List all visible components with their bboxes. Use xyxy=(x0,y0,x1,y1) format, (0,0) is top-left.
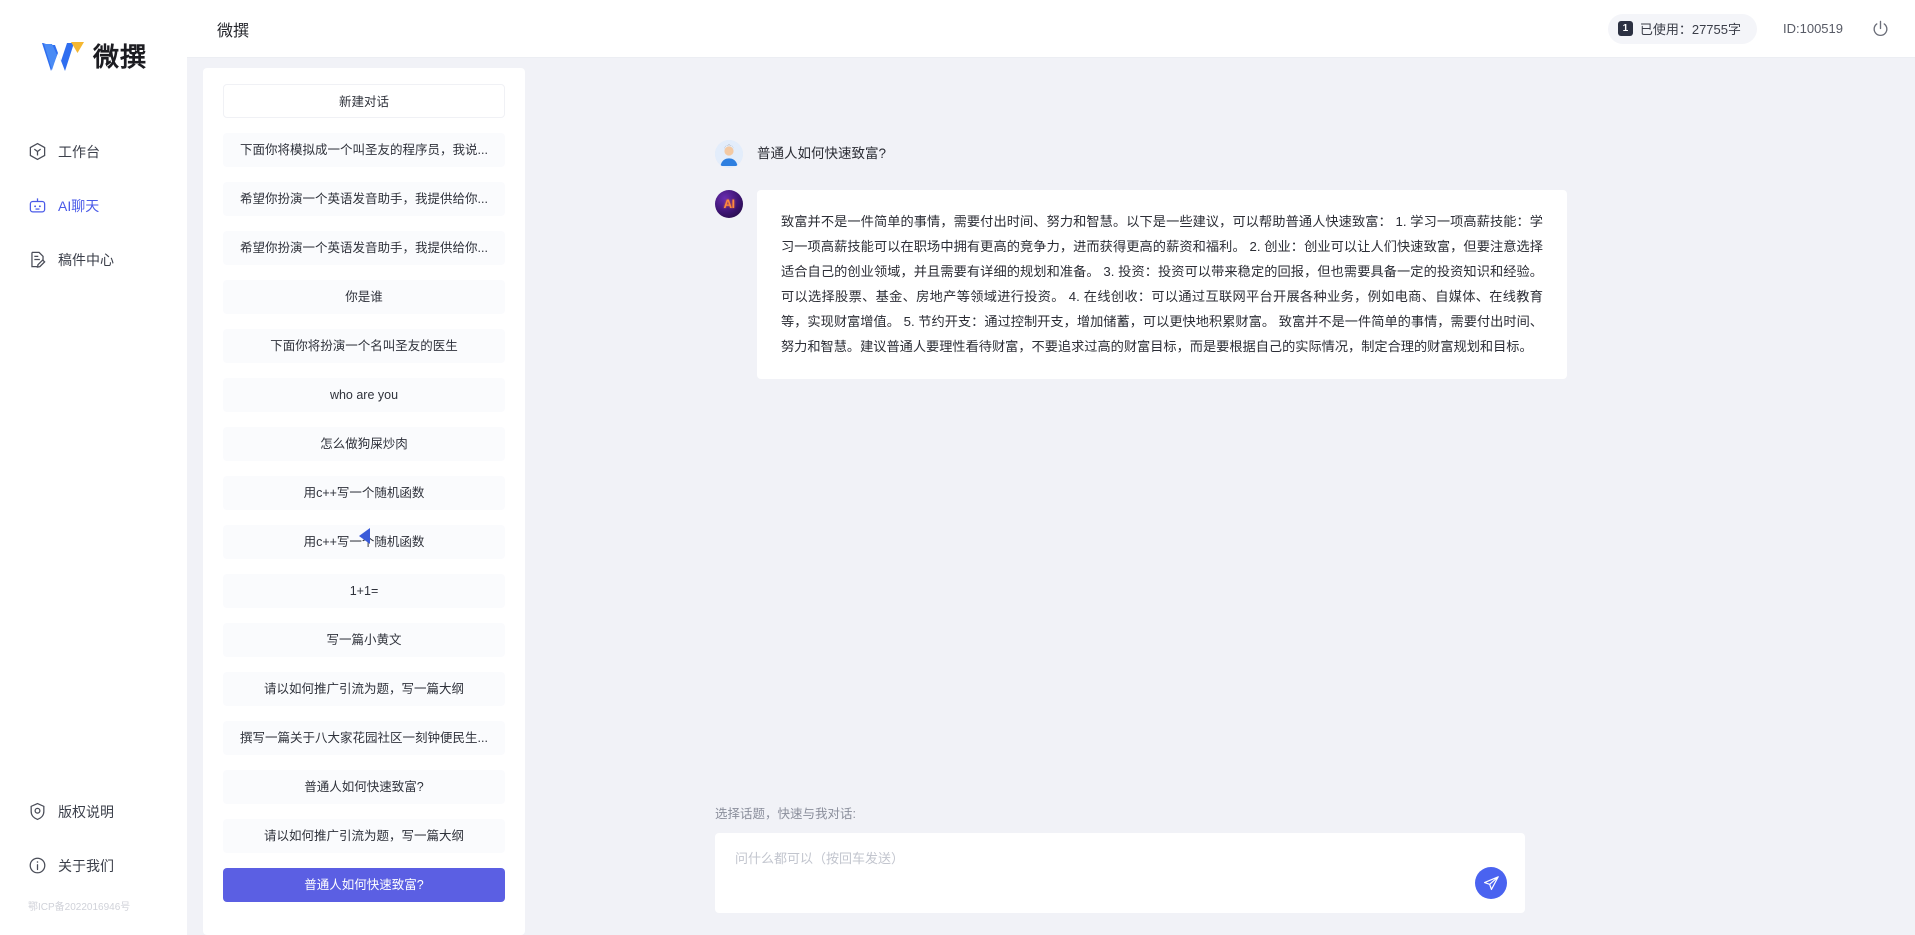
ai-chat-icon xyxy=(28,196,47,215)
conversation-item[interactable]: 撰写一篇关于八大家花园社区一刻钟便民生... xyxy=(223,721,505,755)
workbench-icon xyxy=(28,142,47,161)
conversation-item-selected[interactable]: 普通人如何快速致富? xyxy=(223,868,505,902)
ai-avatar-label: AI xyxy=(723,197,736,211)
brand-name: 微撰 xyxy=(92,42,147,72)
ai-avatar-icon: AI xyxy=(715,190,743,218)
topbar-right-group: 1 已使用：27755字 ID:100519 xyxy=(1607,13,1891,44)
chat-message-assistant: AI 致富并不是一件简单的事情，需要付出时间、努力和智慧。以下是一些建议，可以帮… xyxy=(715,190,1819,379)
composer-box xyxy=(715,833,1525,913)
info-icon xyxy=(28,856,47,875)
conversation-item[interactable]: 请以如何推广引流为题，写一篇大纲 xyxy=(223,819,505,853)
sidebar-item-workbench[interactable]: 工作台 xyxy=(0,130,187,173)
conversation-item[interactable]: 用c++写一个随机函数 xyxy=(223,476,505,510)
composer: 选择话题，快速与我对话: xyxy=(525,803,1915,935)
conversation-item[interactable]: 请以如何推广引流为题，写一篇大纲 xyxy=(223,672,505,706)
sidebar-nav: 工作台 AI聊天 稿件中心 xyxy=(0,130,187,292)
conversation-item[interactable]: 希望你扮演一个英语发音助手，我提供给你... xyxy=(223,231,505,265)
sidebar-item-about-us[interactable]: 关于我们 xyxy=(0,844,187,887)
brand-logo[interactable]: 微撰 xyxy=(0,0,187,108)
power-icon[interactable] xyxy=(1869,18,1891,40)
usage-label: 已使用：27755字 xyxy=(1639,22,1741,37)
document-center-icon xyxy=(28,250,47,269)
conversation-item[interactable]: 普通人如何快速致富? xyxy=(223,770,505,804)
w-logo-icon xyxy=(40,39,86,75)
message-input[interactable] xyxy=(715,833,1525,913)
app-root: 微撰 工作台 AI聊天 稿件中心 版权说明 关于我们 鄂ICP备20220169… xyxy=(0,0,1915,935)
collapse-left-icon[interactable] xyxy=(354,525,376,547)
sidebar-item-label: 版权说明 xyxy=(58,803,114,820)
shield-icon xyxy=(28,802,47,821)
sidebar-item-label: 工作台 xyxy=(58,143,100,160)
conversation-item[interactable]: 下面你将模拟成一个叫圣友的程序员，我说... xyxy=(223,133,505,167)
page-title: 微撰 xyxy=(217,22,250,40)
usage-pill[interactable]: 1 已使用：27755字 xyxy=(1607,13,1757,44)
conversation-item[interactable]: 下面你将扮演一个名叫圣友的医生 xyxy=(223,329,505,363)
sidebar-bottom-nav: 版权说明 关于我们 鄂ICP备2022016946号 xyxy=(0,790,187,935)
user-message-text: 普通人如何快速致富? xyxy=(757,146,887,161)
send-button[interactable] xyxy=(1475,867,1507,899)
content-body: 新建对话 下面你将模拟成一个叫圣友的程序员，我说... 希望你扮演一个英语发音助… xyxy=(187,58,1915,935)
usage-badge-icon: 1 xyxy=(1617,21,1633,36)
conversation-item[interactable]: who are you xyxy=(223,378,505,412)
sidebar-item-label: 稿件中心 xyxy=(58,251,114,268)
main-column: 微撰 1 已使用：27755字 ID:100519 新建对话 下面你将模拟成一个… xyxy=(187,0,1915,935)
conversation-item[interactable]: 1+1= xyxy=(223,574,505,608)
sidebar-item-document-center[interactable]: 稿件中心 xyxy=(0,238,187,281)
conversation-item[interactable]: 怎么做狗屎炒肉 xyxy=(223,427,505,461)
conversation-list-panel: 新建对话 下面你将模拟成一个叫圣友的程序员，我说... 希望你扮演一个英语发音助… xyxy=(203,68,525,935)
chat-area: 普通人如何快速致富? AI 致富并不是一件简单的事情，需要付出时间、努力和智慧。… xyxy=(525,68,1915,935)
chat-message-user: 普通人如何快速致富? xyxy=(715,140,1819,168)
conversation-item[interactable]: 写一篇小黄文 xyxy=(223,623,505,657)
user-id-label: ID:100519 xyxy=(1783,21,1843,36)
sidebar-item-copyright[interactable]: 版权说明 xyxy=(0,790,187,833)
left-sidebar: 微撰 工作台 AI聊天 稿件中心 版权说明 关于我们 鄂ICP备20220169… xyxy=(0,0,187,935)
assistant-message-bubble: 致富并不是一件简单的事情，需要付出时间、努力和智慧。以下是一些建议，可以帮助普通… xyxy=(757,190,1567,379)
sidebar-item-label: 关于我们 xyxy=(58,857,114,874)
top-bar: 微撰 1 已使用：27755字 ID:100519 xyxy=(187,0,1915,58)
sidebar-item-ai-chat[interactable]: AI聊天 xyxy=(0,184,187,227)
conversation-item[interactable]: 希望你扮演一个英语发音助手，我提供给你... xyxy=(223,182,505,216)
message-list: 普通人如何快速致富? AI 致富并不是一件简单的事情，需要付出时间、努力和智慧。… xyxy=(525,68,1915,803)
user-avatar-icon xyxy=(715,140,743,168)
composer-hint: 选择话题，快速与我对话: xyxy=(715,807,856,821)
send-plane-icon xyxy=(1483,875,1500,892)
conversation-item[interactable]: 你是谁 xyxy=(223,280,505,314)
sidebar-item-label: AI聊天 xyxy=(58,197,100,214)
conversation-scroll[interactable]: 新建对话 下面你将模拟成一个叫圣友的程序员，我说... 希望你扮演一个英语发音助… xyxy=(223,84,505,935)
new-chat-button[interactable]: 新建对话 xyxy=(223,84,505,118)
icp-record-text: 鄂ICP备2022016946号 xyxy=(28,902,131,913)
